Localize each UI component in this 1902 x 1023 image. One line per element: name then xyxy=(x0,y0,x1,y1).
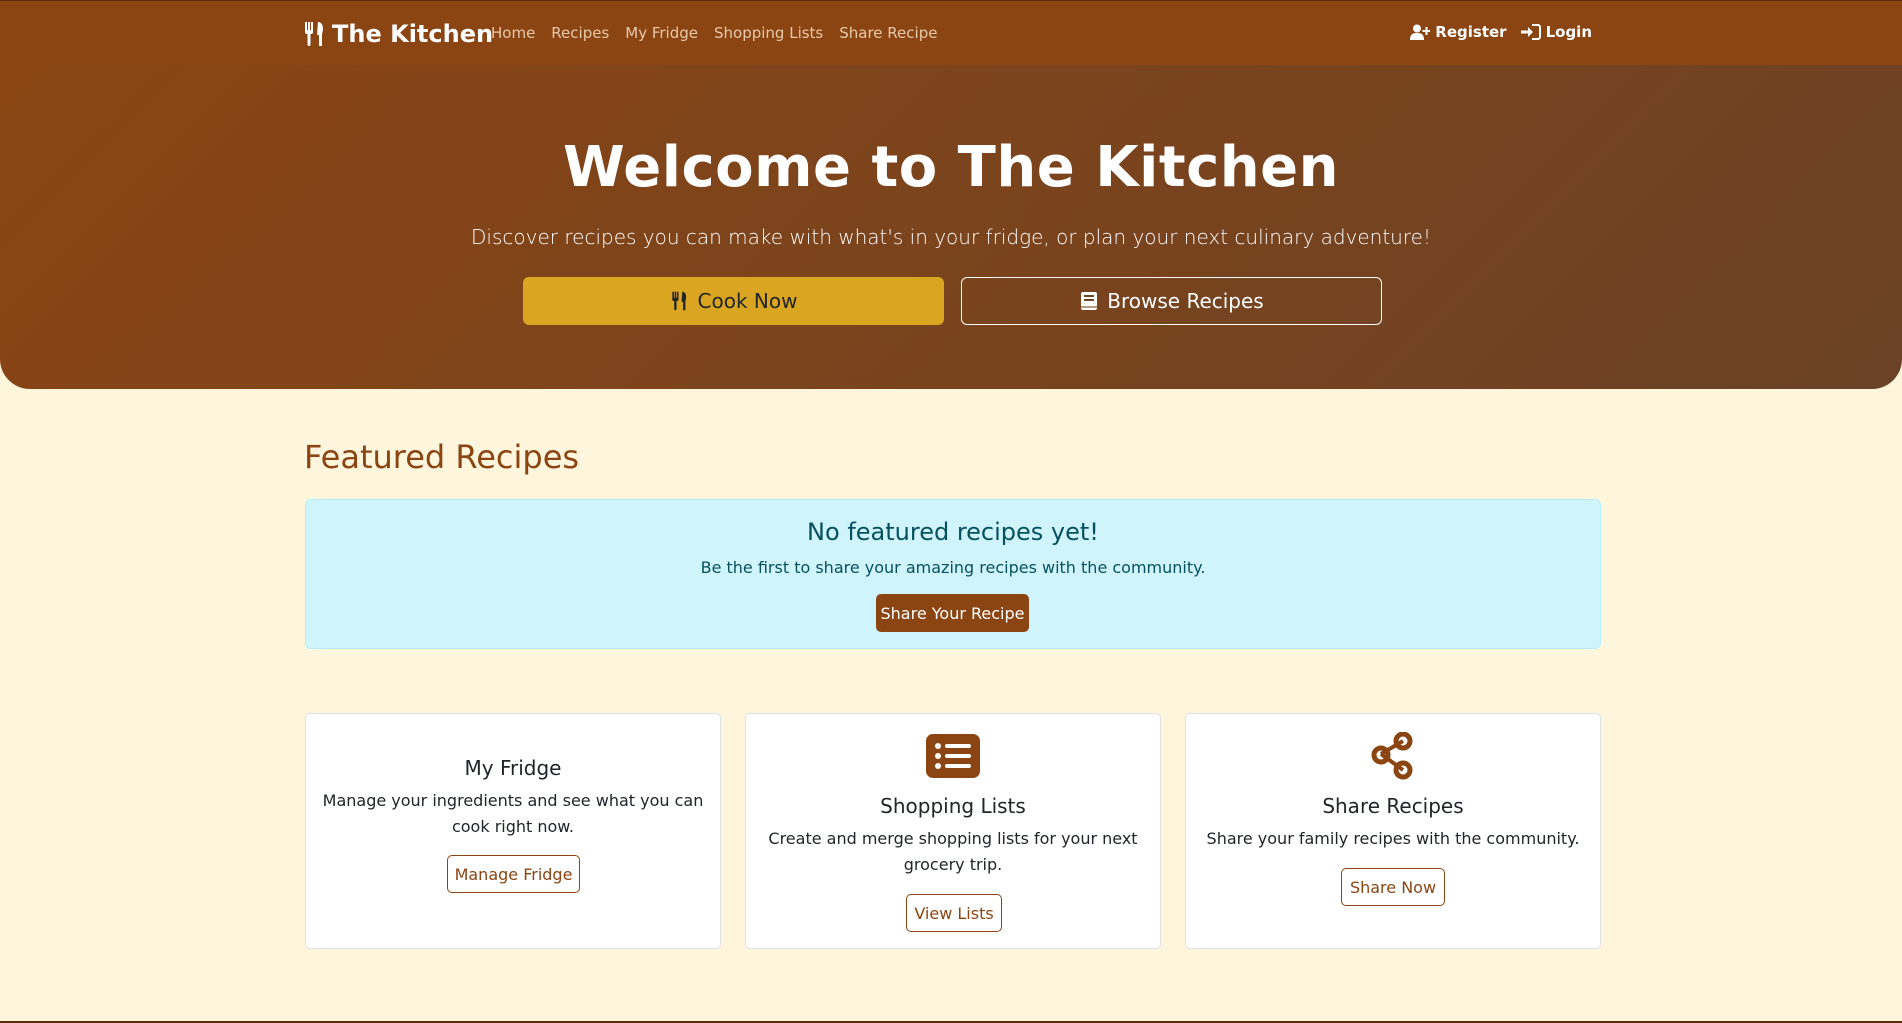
manage-fridge-button[interactable]: Manage Fridge xyxy=(447,855,580,893)
navbar: The Kitchen Home Recipes My Fridge Shopp… xyxy=(0,0,1902,65)
card-my-fridge: My Fridge Manage your ingredients and se… xyxy=(305,713,721,949)
browse-recipes-button[interactable]: Browse Recipes xyxy=(961,277,1382,325)
card-icon xyxy=(1186,732,1600,780)
nav-link-recipes[interactable]: Recipes xyxy=(551,24,609,42)
sign-in-icon xyxy=(1520,24,1541,40)
cook-now-label: Cook Now xyxy=(697,289,798,313)
utensils-icon xyxy=(671,291,686,311)
login-label: Login xyxy=(1545,23,1592,41)
card-share-recipes: Share Recipes Share your family recipes … xyxy=(1185,713,1601,949)
nav-links: Home Recipes My Fridge Shopping Lists Sh… xyxy=(491,24,937,42)
hero-subtitle: Discover recipes you can make with what'… xyxy=(471,225,1431,249)
hero: Welcome to The Kitchen Discover recipes … xyxy=(0,65,1902,389)
featured-recipes-title: Featured Recipes xyxy=(304,438,580,476)
cook-now-button[interactable]: Cook Now xyxy=(523,277,944,325)
user-plus-icon xyxy=(1410,24,1431,40)
card-title: Shopping Lists xyxy=(880,794,1026,818)
brand[interactable]: The Kitchen xyxy=(304,19,493,49)
nav-link-home[interactable]: Home xyxy=(491,24,535,42)
card-text: Create and merge shopping lists for your… xyxy=(768,829,1138,874)
card-text: Manage your ingredients and see what you… xyxy=(322,791,704,836)
nav-link-share-recipe[interactable]: Share Recipe xyxy=(839,24,937,42)
alert-text: Be the first to share your amazing recip… xyxy=(700,558,1206,577)
utensils-icon xyxy=(305,22,323,46)
share-now-button[interactable]: Share Now xyxy=(1341,868,1445,906)
nav-link-my-fridge[interactable]: My Fridge xyxy=(625,24,698,42)
no-featured-alert: No featured recipes yet! Be the first to… xyxy=(305,499,1601,649)
view-lists-button[interactable]: View Lists xyxy=(906,894,1002,932)
card-title: My Fridge xyxy=(464,756,562,780)
register-label: Register xyxy=(1435,23,1507,41)
card-icon xyxy=(746,732,1160,780)
share-nodes-icon xyxy=(1371,732,1413,780)
login-link[interactable]: Login xyxy=(1520,23,1592,41)
book-icon xyxy=(1081,292,1098,310)
card-title: Share Recipes xyxy=(1322,794,1464,818)
hero-title: Welcome to The Kitchen xyxy=(563,135,1339,200)
alert-title: No featured recipes yet! xyxy=(807,518,1099,546)
share-your-recipe-button[interactable]: Share Your Recipe xyxy=(876,594,1029,632)
card-shopping-lists: Shopping Lists Create and merge shopping… xyxy=(745,713,1161,949)
card-text: Share your family recipes with the commu… xyxy=(1206,829,1580,848)
brand-name: The Kitchen xyxy=(332,20,494,48)
register-link[interactable]: Register xyxy=(1410,23,1507,41)
list-icon xyxy=(926,734,980,778)
nav-auth: Register Login xyxy=(1410,23,1592,41)
browse-recipes-label: Browse Recipes xyxy=(1107,289,1264,313)
nav-link-shopping-lists[interactable]: Shopping Lists xyxy=(714,24,823,42)
